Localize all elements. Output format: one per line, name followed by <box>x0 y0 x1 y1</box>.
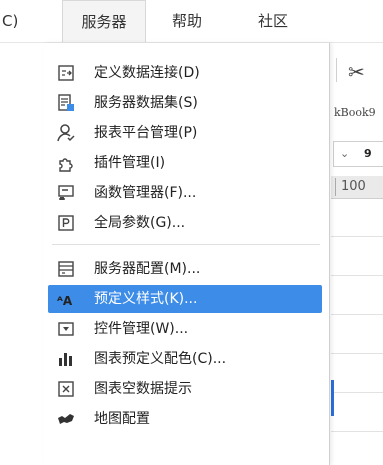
menu-item-platform-management[interactable]: 报表平台管理(P) <box>48 119 322 147</box>
menu-item-function-manager[interactable]: 函数管理器(F)... <box>48 179 322 207</box>
chevron-down-icon: ⌄ <box>340 147 350 160</box>
toolbar-separator <box>336 58 337 82</box>
menu-item-server-config[interactable]: 服务器配置(M)... <box>48 255 322 283</box>
menu-item-label: 定义数据连接(D) <box>94 65 200 81</box>
menu-community[interactable]: 社区 <box>258 0 288 42</box>
menu-item-define-connection[interactable]: 定义数据连接(D) <box>48 59 322 87</box>
scissors-icon[interactable]: ✂ <box>348 60 365 84</box>
sheet-grid <box>331 198 383 465</box>
menu-item-label: 函数管理器(F)... <box>94 185 197 201</box>
global-parameter-icon <box>56 213 76 233</box>
user-management-icon <box>56 123 76 143</box>
menu-item-global-parameter[interactable]: 全局参数(G)... <box>48 209 322 237</box>
font-size-select[interactable]: ⌄ 9 <box>333 141 383 167</box>
menu-item-label: 服务器配置(M)... <box>94 261 201 277</box>
ruler-label: 100 <box>341 179 366 194</box>
svg-text:ᴬA: ᴬA <box>57 294 73 308</box>
menu-server[interactable]: 服务器 <box>62 0 146 42</box>
menu-item-chart-color[interactable]: 图表预定义配色(C)... <box>48 345 322 373</box>
menu-help[interactable]: 帮助 <box>172 0 202 42</box>
server-dropdown-menu: 定义数据连接(D) 服务器数据集(S) 报表平台管理(P) 插件管理(I) 函数… <box>44 43 330 465</box>
menubar: C) 服务器 帮助 社区 <box>0 0 383 43</box>
map-config-icon <box>56 409 76 429</box>
chart-empty-data-icon <box>56 379 76 399</box>
menu-item-label: 插件管理(I) <box>94 155 166 171</box>
font-size-value: 9 <box>364 147 372 160</box>
menu-item-label: 图表空数据提示 <box>94 381 192 397</box>
server-dataset-icon <box>56 93 76 113</box>
predefined-style-icon: ᴬA <box>56 289 76 309</box>
menu-partial[interactable]: C) <box>2 0 42 42</box>
menu-item-widget-manager[interactable]: 控件管理(W)... <box>48 315 322 343</box>
menu-item-map-config[interactable]: 地图配置 <box>48 405 322 433</box>
function-manager-icon <box>56 183 76 203</box>
chart-color-icon <box>56 349 76 369</box>
server-config-icon <box>56 259 76 279</box>
menu-item-label: 全局参数(G)... <box>94 215 186 231</box>
widget-manager-icon <box>56 319 76 339</box>
menu-item-chart-empty-data[interactable]: 图表空数据提示 <box>48 375 322 403</box>
menu-item-label: 控件管理(W)... <box>94 321 189 337</box>
menu-item-server-dataset[interactable]: 服务器数据集(S) <box>48 89 322 117</box>
menu-divider <box>52 244 320 245</box>
ruler-tick <box>335 178 336 196</box>
menu-item-predefined-style[interactable]: ᴬA 预定义样式(K)... <box>48 285 322 313</box>
menu-item-plugin-management[interactable]: 插件管理(I) <box>48 149 322 177</box>
workbook-tab[interactable]: kBook9 <box>334 106 376 119</box>
menu-item-label: 报表平台管理(P) <box>94 125 198 141</box>
database-connection-icon <box>56 63 76 83</box>
menu-item-label: 图表预定义配色(C)... <box>94 351 227 367</box>
menu-item-label: 服务器数据集(S) <box>94 95 198 111</box>
plugin-icon <box>56 153 76 173</box>
menu-item-label: 预定义样式(K)... <box>94 291 198 307</box>
column-ruler: 100 <box>331 176 383 199</box>
menu-item-label: 地图配置 <box>94 411 150 427</box>
cell-selection-marker <box>331 380 334 416</box>
